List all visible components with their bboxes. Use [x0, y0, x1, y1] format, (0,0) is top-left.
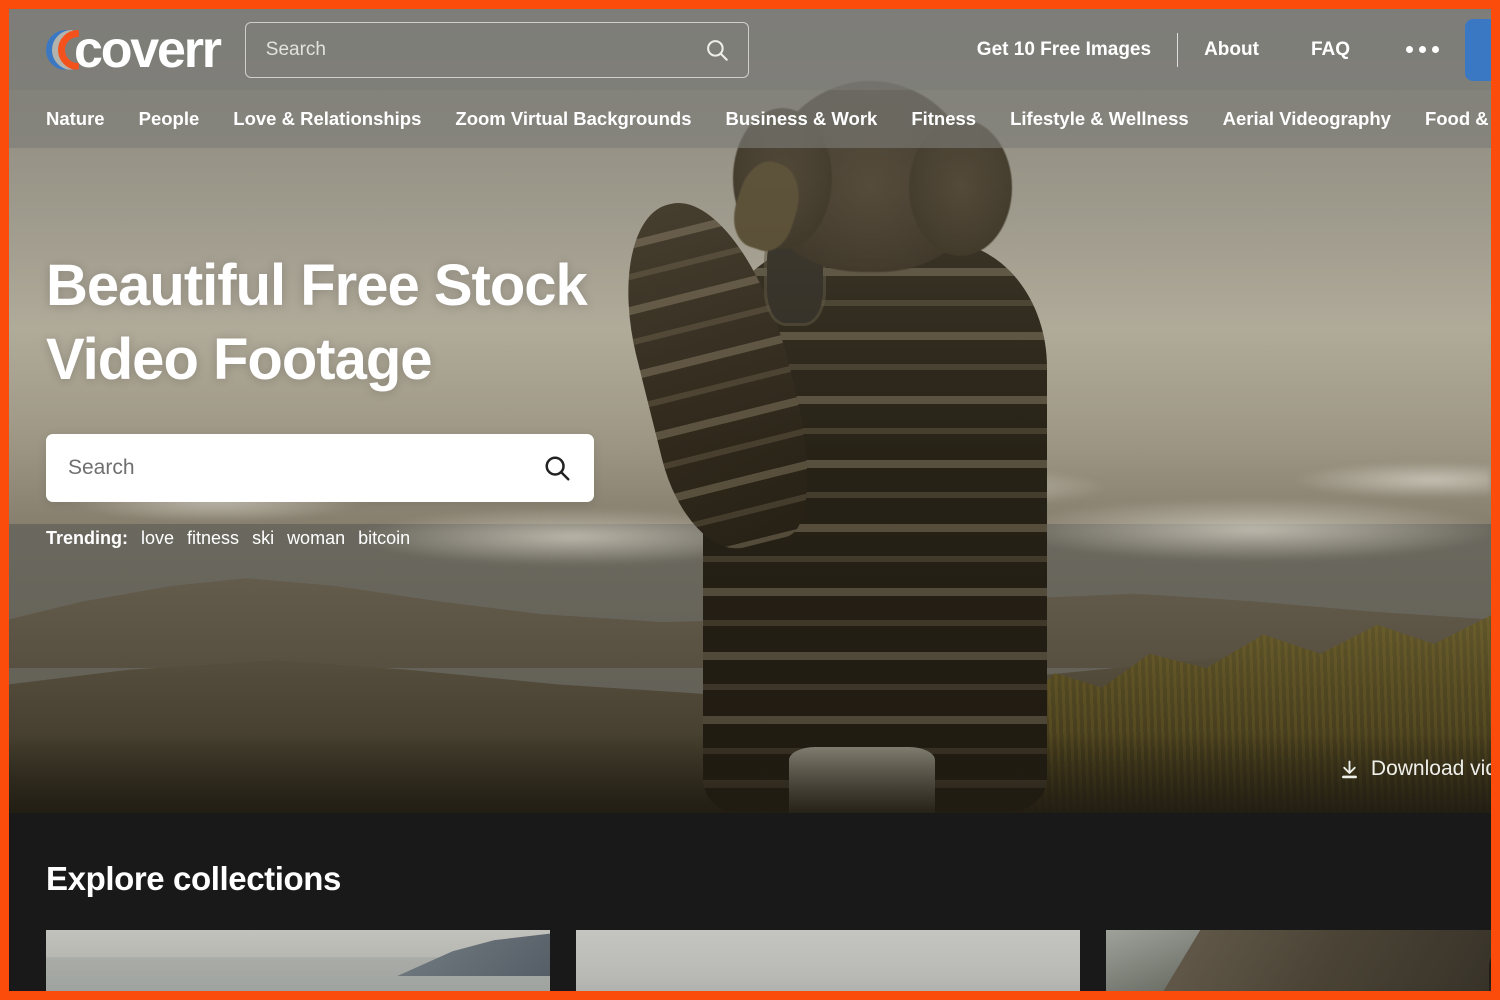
trending-tag-woman[interactable]: woman	[287, 528, 345, 549]
hero-search-input[interactable]	[68, 456, 542, 481]
download-video-button[interactable]: Download vid	[1339, 757, 1491, 781]
sidebar-cta-button[interactable]	[1465, 18, 1491, 81]
collection-card[interactable]	[46, 930, 550, 991]
hero-title-line-2: Video Footage	[46, 326, 433, 392]
coverr-logo[interactable]: coverr	[46, 20, 222, 79]
category-zoom-backgrounds[interactable]: Zoom Virtual Backgrounds	[455, 108, 691, 130]
trending-tag-love[interactable]: love	[141, 528, 174, 549]
nav-get-free-images[interactable]: Get 10 Free Images	[951, 39, 1177, 61]
explore-collections-section: Explore collections	[9, 813, 1491, 991]
trending-label: Trending:	[46, 528, 128, 549]
category-nav: Nature People Love & Relationships Zoom …	[9, 90, 1491, 148]
trending-tag-fitness[interactable]: fitness	[187, 528, 239, 549]
hero-search-box[interactable]	[46, 434, 594, 503]
collection-card[interactable]	[1106, 930, 1491, 991]
category-business[interactable]: Business & Work	[726, 108, 878, 130]
site-header: coverr Get 10 Free Images About FAQ	[9, 9, 1491, 90]
trending-tag-bitcoin[interactable]: bitcoin	[358, 528, 410, 549]
category-fitness[interactable]: Fitness	[911, 108, 976, 130]
collections-row	[46, 930, 1491, 991]
download-icon	[1339, 759, 1360, 780]
logo-wordmark: coverr	[74, 20, 222, 79]
page-title: Beautiful Free Stock Video Footage	[46, 249, 666, 396]
category-food-drink[interactable]: Food & Drink	[1425, 108, 1491, 130]
header-nav: Get 10 Free Images About FAQ	[951, 18, 1491, 81]
category-aerial[interactable]: Aerial Videography	[1223, 108, 1391, 130]
trending-row: Trending: love fitness ski woman bitcoin	[46, 528, 666, 549]
header-search-box[interactable]	[244, 21, 749, 78]
explore-collections-title: Explore collections	[46, 860, 341, 897]
download-video-label: Download vid	[1370, 757, 1491, 780]
nav-about[interactable]: About	[1178, 39, 1285, 61]
hero-title-line-1: Beautiful Free Stock	[46, 253, 588, 318]
search-icon[interactable]	[542, 453, 572, 483]
search-input[interactable]	[265, 38, 704, 61]
logo-arcs-icon	[46, 28, 82, 72]
category-nature[interactable]: Nature	[46, 108, 105, 130]
category-love[interactable]: Love & Relationships	[233, 108, 421, 130]
category-lifestyle[interactable]: Lifestyle & Wellness	[1010, 108, 1189, 130]
hero-content: Beautiful Free Stock Video Footage Trend…	[46, 249, 666, 549]
collection-card[interactable]	[576, 930, 1080, 991]
category-people[interactable]: People	[139, 108, 200, 130]
nav-faq[interactable]: FAQ	[1285, 39, 1376, 61]
search-icon[interactable]	[704, 37, 730, 63]
page-content: Beautiful Free Stock Video Footage Trend…	[9, 9, 1491, 991]
more-menu-icon[interactable]	[1376, 46, 1465, 53]
trending-tag-ski[interactable]: ski	[252, 528, 274, 549]
